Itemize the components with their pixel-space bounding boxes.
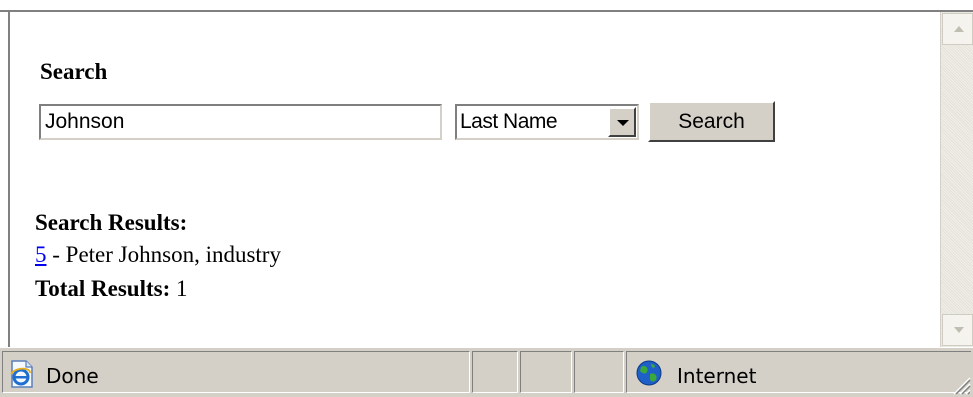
resize-grip-icon[interactable] xyxy=(949,373,971,395)
scroll-up-button[interactable] xyxy=(942,13,973,45)
status-text: Done xyxy=(46,364,99,388)
status-panel-3 xyxy=(574,351,624,393)
zone-panel: Internet xyxy=(626,351,971,393)
total-results-label: Total Results: xyxy=(35,276,171,301)
page-viewport: Search Last Name Search Search Results: … xyxy=(10,12,940,347)
scroll-down-arrow-icon xyxy=(954,327,964,333)
search-input[interactable] xyxy=(39,104,442,140)
search-heading: Search xyxy=(40,59,108,84)
vertical-scrollbar[interactable] xyxy=(940,12,973,347)
chevron-down-icon xyxy=(617,120,629,126)
status-text-panel: Done xyxy=(2,351,470,393)
result-item: 5 - Peter Johnson, industry xyxy=(35,242,281,268)
result-id-link[interactable]: 5 xyxy=(35,242,47,267)
dropdown-arrow-button[interactable] xyxy=(608,107,636,137)
window-top-border xyxy=(0,0,973,12)
zone-text: Internet xyxy=(677,364,757,388)
status-panel-2 xyxy=(520,351,572,393)
result-text: - Peter Johnson, industry xyxy=(46,242,281,267)
results-heading: Search Results: xyxy=(35,210,188,235)
search-button[interactable]: Search xyxy=(648,101,775,142)
scroll-down-button[interactable] xyxy=(942,314,973,346)
total-results-value: 1 xyxy=(176,276,188,301)
total-results: Total Results: 1 xyxy=(35,276,188,302)
search-field-selected-value: Last Name xyxy=(460,110,558,133)
globe-icon xyxy=(636,360,662,386)
scroll-up-arrow-icon xyxy=(954,26,964,32)
search-field-select[interactable]: Last Name xyxy=(455,104,639,140)
window-left-border xyxy=(0,12,10,347)
ie-page-icon xyxy=(10,360,33,388)
status-bar: Done Internet xyxy=(0,347,973,397)
status-panel-1 xyxy=(472,351,518,393)
